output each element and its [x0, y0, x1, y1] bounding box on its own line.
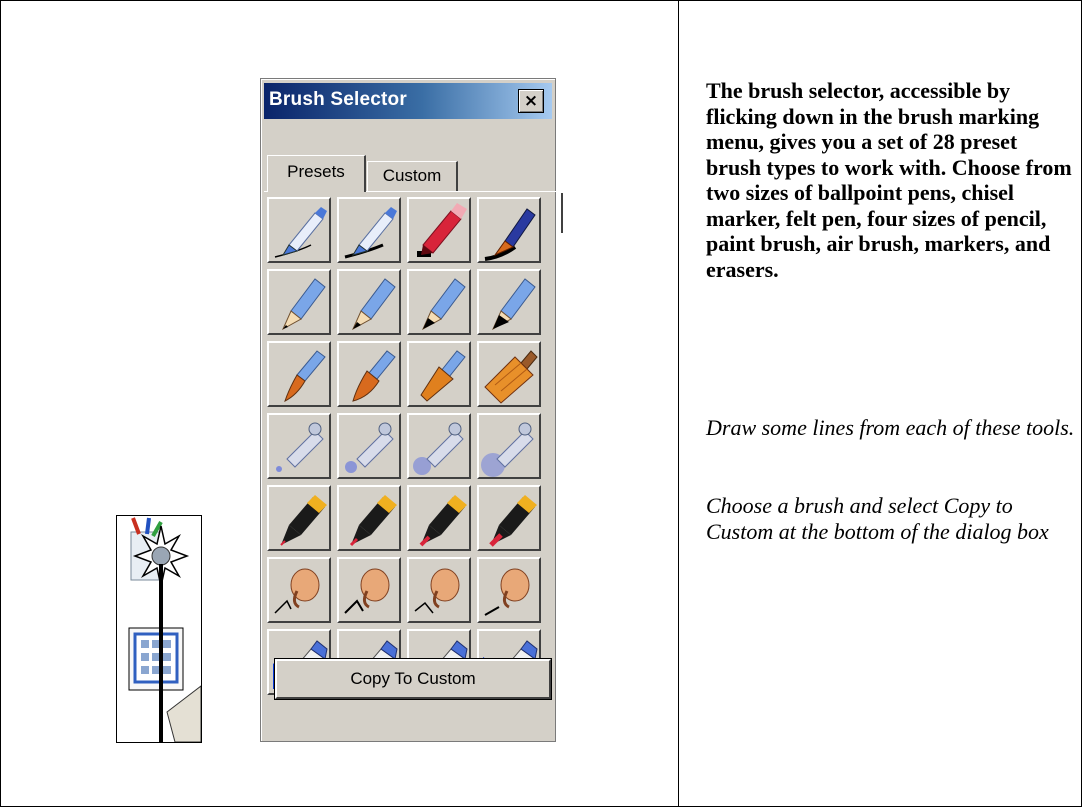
brush-preset-air-brush-4[interactable] [477, 413, 541, 479]
marker-icon [489, 495, 537, 547]
paint-brush-icon [420, 350, 466, 402]
pencil-icon [281, 278, 326, 331]
smudge-hand-icon [484, 568, 530, 616]
tab-custom[interactable]: Custom [367, 161, 458, 192]
brush-preset-chisel-marker[interactable] [407, 197, 471, 263]
close-button[interactable]: × [518, 89, 544, 113]
brush-preset-air-brush-2[interactable] [337, 413, 401, 479]
brush-preset-pencil-4[interactable] [477, 269, 541, 335]
brush-preset-paint-brush-4[interactable] [477, 341, 541, 407]
air-brush-icon [413, 422, 464, 475]
brush-preset-pencil-3[interactable] [407, 269, 471, 335]
pencil-icon [421, 278, 466, 331]
instruction-copy-to-custom: Choose a brush and select Copy to Custom… [706, 493, 1049, 544]
table-column-divider [678, 0, 679, 807]
brush-preset-felt-pen[interactable] [477, 197, 541, 263]
brush-preset-air-brush-1[interactable] [267, 413, 331, 479]
brush-preset-air-brush-3[interactable] [407, 413, 471, 479]
brush-preset-pencil-2[interactable] [337, 269, 401, 335]
marker-icon [419, 495, 467, 547]
brush-preset-ballpoint-medium[interactable] [337, 197, 401, 263]
brush-preset-marker-3[interactable] [407, 485, 471, 551]
smudge-hand-icon [414, 568, 460, 614]
pencil-icon [351, 278, 396, 331]
brush-preset-marker-4[interactable] [477, 485, 541, 551]
brush-preset-marker-2[interactable] [337, 485, 401, 551]
smudge-hand-icon [344, 568, 390, 614]
dialog-title: Brush Selector [269, 89, 407, 110]
paint-brush-icon [352, 350, 396, 402]
brush-preset-pencil-1[interactable] [267, 269, 331, 335]
brush-preset-grid [267, 197, 549, 701]
pencil-icon [491, 278, 536, 331]
brush-marking-menu-icon [116, 515, 202, 743]
close-icon: × [523, 91, 539, 111]
air-brush-icon [481, 422, 534, 477]
brush-preset-smudge-1[interactable] [267, 557, 331, 623]
marker-icon [280, 495, 327, 546]
title-bar: Brush Selector × [264, 83, 552, 119]
marker-icon [349, 495, 397, 547]
ballpoint-pen-icon [344, 207, 397, 259]
paint-brush-icon [484, 350, 538, 404]
felt-pen-icon [484, 208, 536, 261]
tab-edge [561, 193, 563, 233]
chisel-marker-icon [417, 203, 467, 257]
brush-preset-ballpoint-fine[interactable] [267, 197, 331, 263]
brush-preset-smudge-2[interactable] [337, 557, 401, 623]
smudge-hand-icon [274, 568, 320, 614]
brush-preset-paint-brush-2[interactable] [337, 341, 401, 407]
brush-preset-paint-brush-3[interactable] [407, 341, 471, 407]
ballpoint-pen-icon [274, 207, 327, 258]
brush-preset-marker-1[interactable] [267, 485, 331, 551]
air-brush-icon [345, 422, 394, 473]
tab-presets[interactable]: Presets [267, 155, 366, 192]
brush-preset-smudge-3[interactable] [407, 557, 471, 623]
brush-preset-smudge-4[interactable] [477, 557, 541, 623]
copy-to-custom-button[interactable]: Copy To Custom [274, 658, 552, 700]
brush-selector-description: The brush selector, accessible by flicki… [706, 78, 1072, 282]
paint-brush-icon [284, 350, 326, 402]
air-brush-icon [276, 422, 324, 472]
brush-preset-paint-brush-1[interactable] [267, 341, 331, 407]
brush-selector-dialog: Brush Selector × Presets Custom Copy To … [260, 78, 563, 742]
instruction-draw-lines: Draw some lines from each of these tools… [706, 415, 1075, 440]
